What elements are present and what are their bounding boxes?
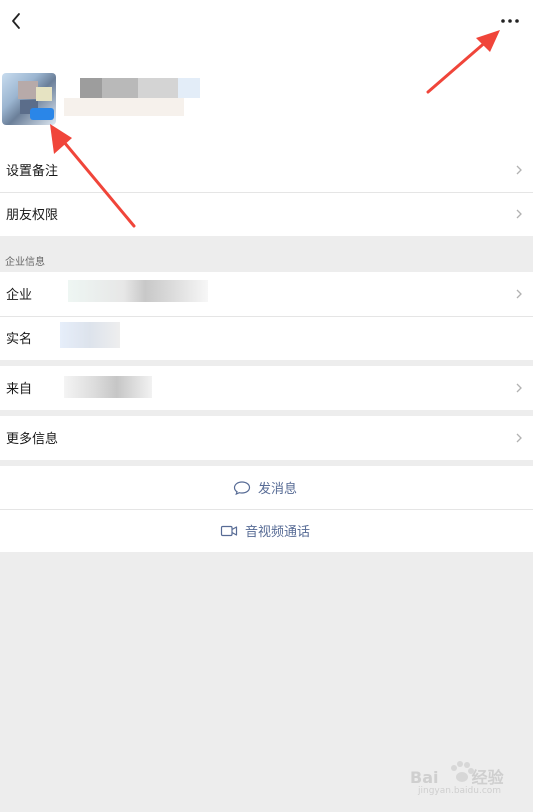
company-value-blurred <box>68 280 208 302</box>
actions-section: 发消息 音视频通话 <box>0 466 533 552</box>
avatar-pixel <box>18 81 38 99</box>
send-message-label: 发消息 <box>258 482 298 497</box>
company-row[interactable]: 企业 <box>0 272 533 316</box>
chevron-right-icon <box>516 209 522 219</box>
real-name-value-blurred <box>60 322 120 348</box>
real-name-row: 实名 <box>0 316 533 360</box>
chevron-right-icon <box>516 289 522 299</box>
friend-permissions-row[interactable]: 朋友权限 <box>0 192 533 236</box>
row-label: 来自 <box>6 382 33 397</box>
chat-bubble-icon <box>233 480 251 495</box>
basic-settings-section: 设置备注 朋友权限 <box>0 148 533 236</box>
row-label: 设置备注 <box>6 164 59 179</box>
chevron-right-icon <box>516 383 522 393</box>
watermark-brand: Bai <box>410 768 439 787</box>
more-options-button[interactable] <box>494 8 526 34</box>
enterprise-badge-icon <box>30 108 54 120</box>
source-section: 来自 <box>0 366 533 410</box>
company-info-caption: 企业信息 <box>5 257 45 268</box>
row-label: 实名 <box>6 332 33 347</box>
ellipsis-icon <box>501 19 519 23</box>
chevron-right-icon <box>516 433 522 443</box>
from-row[interactable]: 来自 <box>0 366 533 410</box>
set-remark-row[interactable]: 设置备注 <box>0 148 533 192</box>
watermark-brand-suffix: 经验 <box>471 768 504 787</box>
more-info-row[interactable]: 更多信息 <box>0 416 533 460</box>
from-value-blurred <box>64 376 152 398</box>
profile-header <box>0 0 533 148</box>
chevron-right-icon <box>516 165 522 175</box>
audio-video-call-label: 音视频通话 <box>245 525 311 540</box>
watermark: Bai 经验 jingyan.baidu.com <box>410 756 530 804</box>
row-label: 朋友权限 <box>6 208 59 223</box>
row-label: 更多信息 <box>6 432 59 447</box>
profile-name-blurred <box>64 78 202 118</box>
row-label: 企业 <box>6 288 33 303</box>
back-button[interactable] <box>6 8 32 34</box>
send-message-button[interactable]: 发消息 <box>0 466 533 509</box>
audio-video-call-button[interactable]: 音视频通话 <box>0 509 533 552</box>
avatar-pixel <box>36 87 52 101</box>
watermark-url: jingyan.baidu.com <box>418 786 502 796</box>
more-info-section: 更多信息 <box>0 416 533 460</box>
company-info-section: 企业 实名 <box>0 272 533 360</box>
chevron-left-icon <box>12 13 20 29</box>
video-camera-icon <box>220 525 238 536</box>
